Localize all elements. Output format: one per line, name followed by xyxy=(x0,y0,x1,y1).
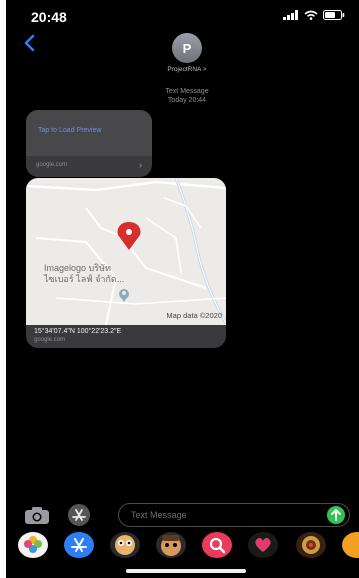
cellular-signal-icon xyxy=(283,10,298,20)
link-preview-title[interactable]: Tap to Load Preview xyxy=(38,127,101,134)
map-place-line1: Imagelogo บริษัท xyxy=(44,263,111,273)
camera-icon[interactable] xyxy=(24,506,50,525)
back-chevron-icon[interactable] xyxy=(20,32,42,54)
app-store-button[interactable] xyxy=(68,504,90,526)
map-domain: google.com xyxy=(34,337,66,343)
timestamp-time: Today 20:44 xyxy=(167,97,207,104)
battery-icon xyxy=(323,10,345,20)
status-time: 20:48 xyxy=(31,9,67,25)
animoji-icon[interactable] xyxy=(156,532,186,558)
arrow-up-icon xyxy=(331,509,341,521)
search-images-icon[interactable] xyxy=(202,532,232,558)
chevron-right-icon: › xyxy=(139,160,142,170)
map-place-label: Imagelogo บริษัท ไซเบอร์ ไลฟ์ จำกัด... xyxy=(44,263,124,285)
app-store-icon xyxy=(72,509,86,521)
map-coordinates: 15°34'07.4"N 100°22'23.2"E xyxy=(34,328,122,335)
map-pin-icon xyxy=(117,222,141,250)
messages-screen: 20:48 P ProjectRNA > Text Message Today … xyxy=(6,0,359,578)
message-timestamp: Text Message Today 20:44 xyxy=(126,87,248,105)
home-indicator[interactable] xyxy=(126,569,246,573)
contact-avatar[interactable]: P xyxy=(172,33,202,63)
link-preview-domain: google.com xyxy=(36,162,68,168)
photos-icon[interactable] xyxy=(18,532,48,558)
contact-name[interactable]: ProjectRNA > xyxy=(146,66,228,73)
app-drawer xyxy=(6,532,359,560)
app-store-icon[interactable] xyxy=(64,532,94,558)
map-attribution: Map data ©2020 xyxy=(166,311,222,320)
avatar-initial: P xyxy=(182,40,192,56)
music-icon[interactable] xyxy=(296,532,326,558)
wifi-icon xyxy=(304,10,318,20)
link-preview-bubble[interactable]: Tap to Load Preview google.com › xyxy=(26,110,152,177)
map-image[interactable]: Imagelogo บริษัท ไซเบอร์ ไลฟ์ จำกัด... M… xyxy=(26,178,226,325)
composer-row xyxy=(6,500,359,530)
message-input[interactable] xyxy=(131,507,311,523)
more-apps-icon[interactable] xyxy=(342,532,359,558)
map-roads xyxy=(26,178,226,325)
status-bar: 20:48 xyxy=(6,0,359,34)
timestamp-service: Text Message xyxy=(165,88,209,95)
memoji-icon[interactable] xyxy=(110,532,140,558)
place-marker-icon xyxy=(119,289,129,302)
message-field[interactable] xyxy=(118,503,350,527)
digital-touch-icon[interactable] xyxy=(248,532,278,558)
map-preview-bubble[interactable]: Imagelogo บริษัท ไซเบอร์ ไลฟ์ จำกัด... M… xyxy=(26,178,226,348)
map-place-line2: ไซเบอร์ ไลฟ์ จำกัด... xyxy=(44,274,125,284)
send-button[interactable] xyxy=(327,506,345,524)
status-icons xyxy=(283,10,345,20)
